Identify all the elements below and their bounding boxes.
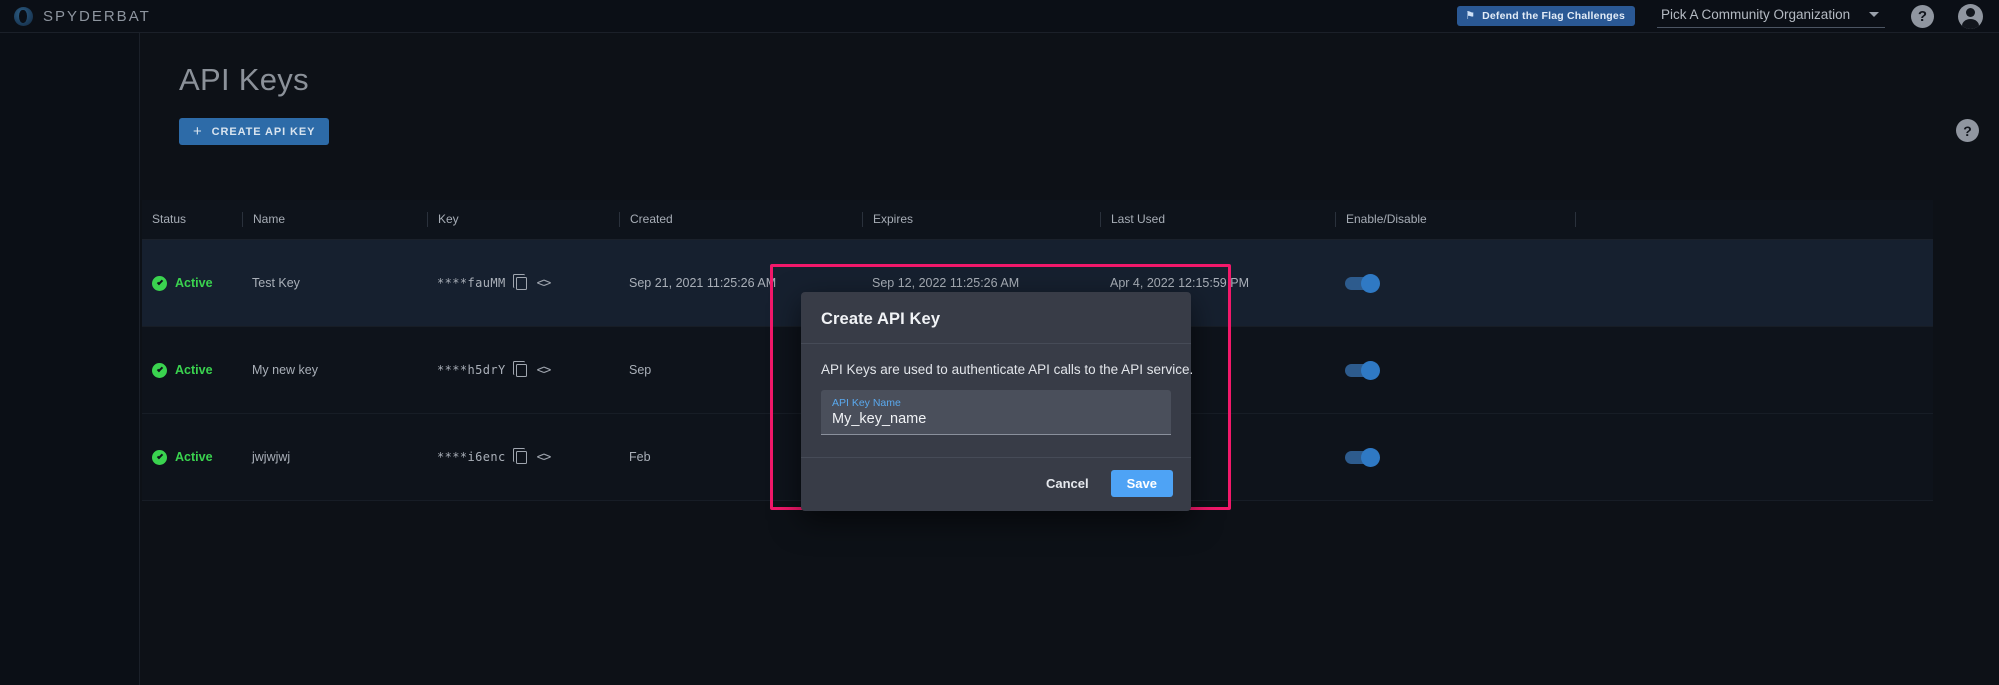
cell-name: jwjwjwj [252,450,291,464]
help-icon[interactable]: ? [1911,4,1934,28]
cell-expires: Sep 12, 2022 11:25:26 AM [872,276,1020,290]
api-key-name-label: API Key Name [832,397,901,409]
cancel-button[interactable]: Cancel [1034,470,1101,497]
cell-enable-disable [1335,273,1575,293]
dialog-footer: Cancel Save [801,457,1191,511]
sidebar [0,33,140,685]
page-help-icon[interactable]: ? [1956,119,1979,142]
save-button[interactable]: Save [1110,470,1173,497]
cell-last-used: Apr 4, 2022 12:15:59 PM [1110,276,1249,290]
column-header-name[interactable]: Name [242,212,427,227]
check-circle-icon [152,362,167,378]
flag-icon: ⚑ [1465,9,1476,22]
column-header-last-used[interactable]: Last Used [1100,212,1335,227]
top-bar-right-group: ⚑ Defend the Flag Challenges Pick A Comm… [1457,3,1999,29]
column-header-actions [1575,212,1933,227]
table-header-row: Status Name Key Created Expires Last Use… [142,200,1933,240]
column-header-status[interactable]: Status [142,212,242,227]
cell-enable-disable [1335,447,1575,467]
status-badge: Active [175,276,213,290]
status-badge: Active [175,363,213,377]
top-navigation-bar: SPYDERBAT ⚑ Defend the Flag Challenges P… [0,0,1999,33]
code-brackets-icon[interactable]: <> [537,363,552,378]
brand-name: SPYDERBAT [43,7,151,25]
column-header-key[interactable]: Key [427,212,619,227]
check-circle-icon [152,449,167,465]
dialog-description: API Keys are used to authenticate API ca… [821,362,1194,377]
cell-name: My new key [252,363,318,377]
toggle-knob [1361,273,1380,293]
copy-icon[interactable] [512,361,527,377]
code-brackets-icon[interactable]: <> [537,450,552,465]
enable-disable-toggle[interactable] [1345,273,1380,293]
key-value: ****i6enc [437,450,506,464]
check-circle-icon [152,275,167,291]
dialog-header: Create API Key [801,292,1191,344]
toggle-knob [1361,447,1380,467]
enable-disable-toggle[interactable] [1345,447,1380,467]
code-brackets-icon[interactable]: <> [537,276,552,291]
cell-created: Sep 21, 2021 11:25:26 AM [629,276,777,290]
cell-status: Active [142,449,242,465]
cell-status: Active [142,362,242,378]
column-header-expires[interactable]: Expires [862,212,1100,227]
brand-logo[interactable]: SPYDERBAT [0,6,149,26]
copy-icon[interactable] [512,274,527,290]
defend-the-flag-badge[interactable]: ⚑ Defend the Flag Challenges [1457,6,1635,26]
key-value: ****h5drY [437,363,506,377]
create-api-key-button[interactable]: + CREATE API KEY [179,118,330,145]
defend-the-flag-label: Defend the Flag Challenges [1482,10,1625,22]
toggle-knob [1361,360,1380,380]
cell-name: Test Key [252,276,300,290]
cell-key: ****h5drY <> [427,361,619,378]
organization-picker-value: Pick A Community Organization [1661,7,1851,22]
copy-icon[interactable] [512,448,527,464]
column-header-enable-disable[interactable]: Enable/Disable [1335,212,1575,227]
create-api-key-dialog: Create API Key API Keys are used to auth… [801,292,1194,511]
api-key-name-field[interactable]: API Key Name [821,390,1171,435]
plus-icon: + [193,123,203,140]
dialog-body: API Keys are used to authenticate API ca… [801,344,1194,443]
status-badge: Active [175,450,213,464]
user-avatar-icon[interactable] [1958,3,1983,29]
cell-key: ****fauMM <> [427,274,619,291]
api-key-name-input[interactable] [832,411,1161,427]
create-api-key-label: CREATE API KEY [211,125,316,138]
chevron-down-icon [1869,12,1879,17]
enable-disable-toggle[interactable] [1345,360,1380,380]
cell-status: Active [142,275,242,291]
page-title: API Keys [179,62,309,97]
key-value: ****fauMM [437,276,506,290]
cell-enable-disable [1335,360,1575,380]
organization-picker[interactable]: Pick A Community Organization [1657,4,1885,28]
column-header-created[interactable]: Created [619,212,862,227]
dialog-title: Create API Key [821,310,941,328]
cell-key: ****i6enc <> [427,448,619,465]
spyderbat-logo-icon [14,6,33,26]
